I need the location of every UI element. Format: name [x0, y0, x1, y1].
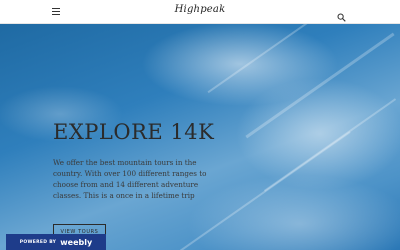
site-header: Highpeak: [0, 0, 400, 24]
powered-by-weebly-badge[interactable]: POWERED BY weebly: [6, 234, 106, 250]
badge-prefix: POWERED BY: [19, 239, 57, 245]
cloud-streak: [207, 24, 373, 94]
search-icon[interactable]: [337, 7, 346, 22]
badge-brand: weebly: [60, 237, 93, 247]
hero-section: EXPLORE 14K We offer the best mountain t…: [0, 24, 400, 250]
hero-description: We offer the best mountain tours in the …: [53, 158, 207, 200]
hero-title: EXPLORE 14K: [53, 120, 215, 144]
